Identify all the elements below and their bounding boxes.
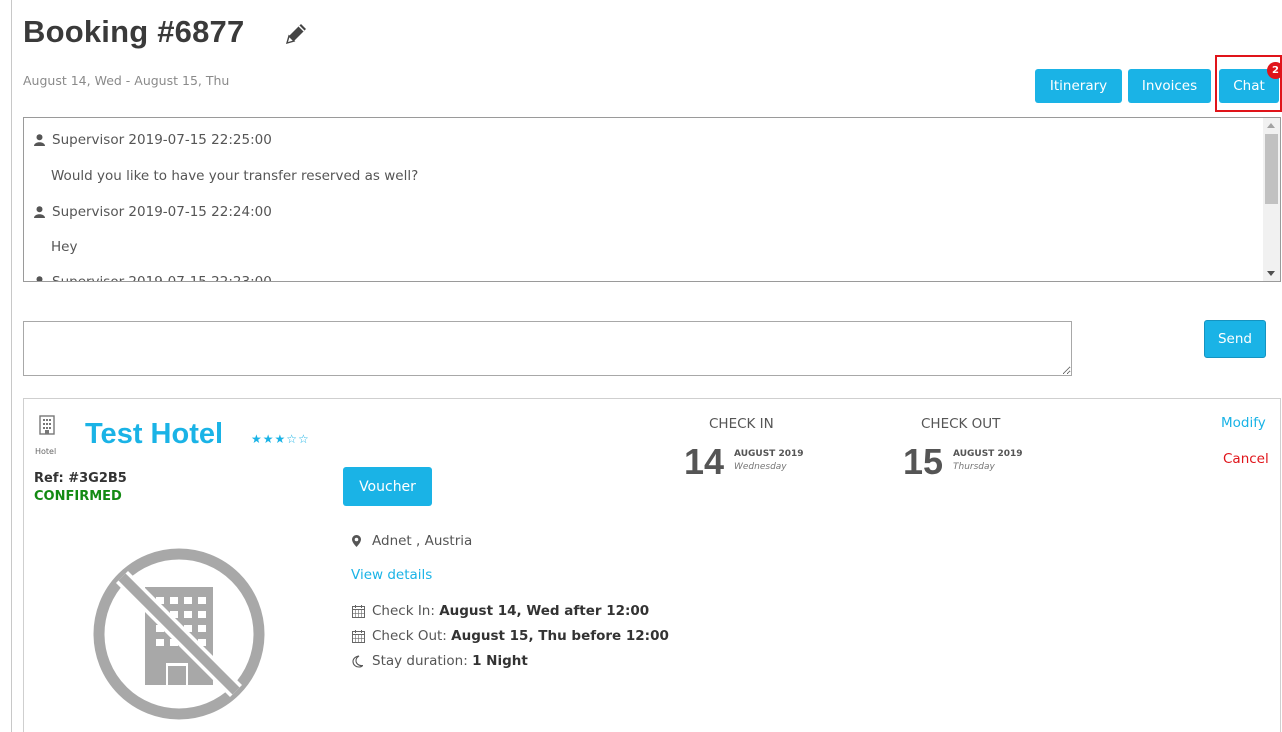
check-in-value: August 14, Wed after 12:00 (439, 603, 650, 619)
location-row: Adnet , Austria (352, 533, 472, 549)
check-in-heading: CHECK IN (709, 416, 774, 432)
booking-dates: August 14, Wed - August 15, Thu (23, 73, 230, 88)
page-title: Booking #6877 (23, 14, 245, 49)
chat-message-list[interactable]: Supervisor 2019-07-15 22:25:00 Would you… (23, 117, 1281, 282)
user-icon (36, 276, 43, 281)
check-out-row: Check Out: August 15, Thu before 12:00 (352, 628, 669, 644)
modify-link[interactable]: Modify (1221, 415, 1266, 431)
page-left-border (11, 0, 12, 732)
building-icon (39, 415, 55, 435)
cancel-link[interactable]: Cancel (1223, 451, 1269, 467)
message-header: Supervisor 2019-07-15 22:25:00 (34, 132, 272, 148)
message-author-time: Supervisor 2019-07-15 22:24:00 (52, 204, 272, 220)
message-author-time: Supervisor 2019-07-15 22:25:00 (52, 132, 272, 148)
message-header: Supervisor 2019-07-15 22:24:00 (34, 204, 272, 220)
calendar-icon (352, 604, 372, 618)
check-in-day: 14 (684, 441, 725, 482)
moon-icon (352, 654, 372, 668)
user-icon (34, 134, 45, 146)
voucher-button[interactable]: Voucher (343, 467, 432, 506)
hotel-booking-card: Hotel Test Hotel ★★★☆☆ Ref: #3G2B5 CONFI… (23, 398, 1281, 732)
check-out-weekday: Thursday (953, 462, 995, 472)
message-author-time: Supervisor 2019-07-15 22:23:00 (52, 274, 272, 282)
star-rating: ★★★☆☆ (251, 432, 310, 446)
check-out-month: AUGUST 2019 (953, 449, 1023, 459)
scroll-thumb[interactable] (1265, 134, 1278, 204)
accommodation-type-label: Hotel (35, 447, 57, 456)
chat-unread-badge: 2 (1267, 62, 1282, 79)
send-button[interactable]: Send (1204, 320, 1266, 358)
check-in-label: Check In: (372, 603, 435, 619)
check-out-value: August 15, Thu before 12:00 (451, 628, 669, 644)
chat-scrollbar[interactable] (1263, 118, 1280, 281)
message-text: Would you like to have your transfer res… (51, 168, 419, 184)
check-out-day: 15 (903, 441, 944, 482)
check-out-heading: CHECK OUT (921, 416, 1001, 432)
check-in-row: Check In: August 14, Wed after 12:00 (352, 603, 649, 619)
scroll-down-arrow-icon[interactable] (1267, 271, 1275, 276)
message-text: Hey (51, 239, 78, 255)
check-in-weekday: Wednesday (734, 462, 787, 472)
hotel-name-link[interactable]: Test Hotel (85, 418, 223, 451)
view-details-link[interactable]: View details (351, 567, 432, 583)
hotel-location: Adnet , Austria (372, 533, 473, 549)
map-marker-icon (352, 535, 372, 547)
invoices-button[interactable]: Invoices (1128, 69, 1211, 103)
check-out-label: Check Out: (372, 628, 447, 644)
booking-reference: Ref: #3G2B5 (34, 471, 127, 486)
message-header: Supervisor 2019-07-15 22:23:00 (34, 274, 272, 282)
check-in-month: AUGUST 2019 (734, 449, 804, 459)
calendar-icon (352, 629, 372, 643)
itinerary-button[interactable]: Itinerary (1035, 69, 1122, 103)
stay-duration-row: Stay duration: 1 Night (352, 653, 528, 669)
user-icon (34, 206, 45, 218)
stay-duration-value: 1 Night (472, 653, 528, 669)
status-badge: CONFIRMED (34, 489, 122, 504)
pencil-icon[interactable] (283, 21, 311, 47)
chat-message-input[interactable] (23, 321, 1072, 376)
scroll-up-arrow-icon[interactable] (1267, 123, 1275, 128)
stay-duration-label: Stay duration: (372, 653, 468, 669)
no-image-placeholder-icon (90, 545, 268, 723)
